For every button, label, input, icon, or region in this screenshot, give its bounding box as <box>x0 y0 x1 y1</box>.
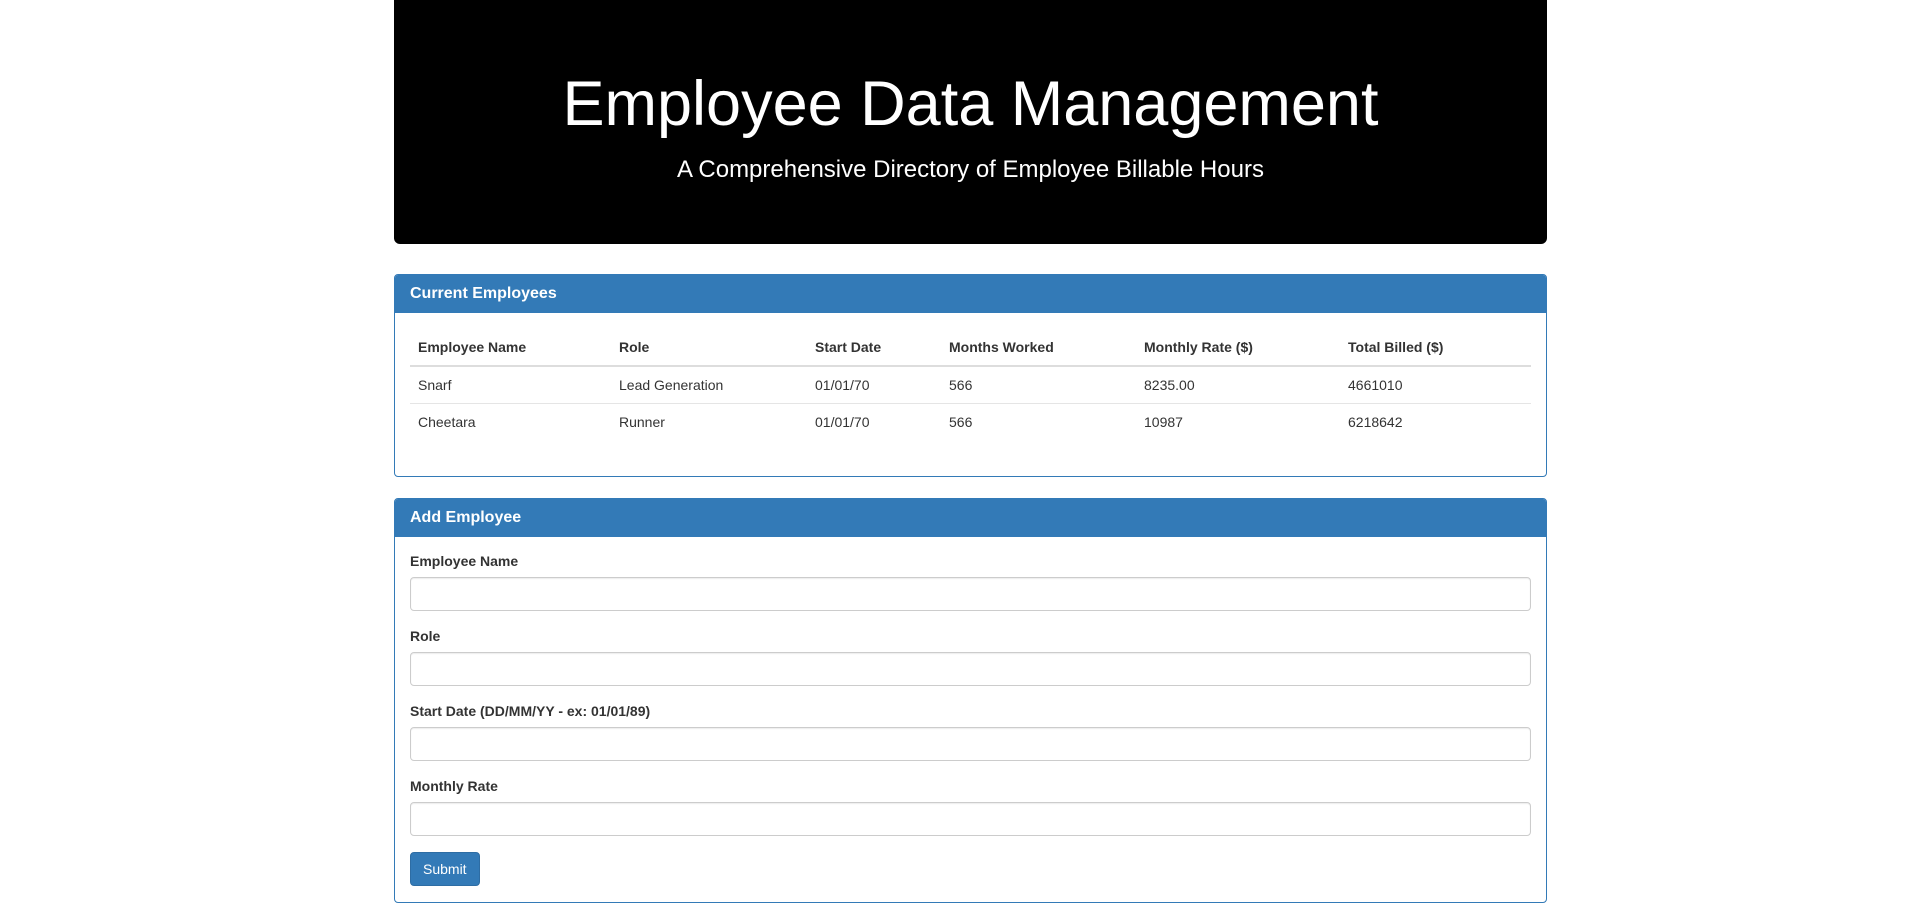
monthly-rate-label: Monthly Rate <box>410 778 498 794</box>
add-employee-panel: Add Employee Employee Name Role Start Da… <box>394 498 1547 903</box>
cell-total-billed: 6218642 <box>1348 414 1403 430</box>
employee-name-label: Employee Name <box>410 553 519 569</box>
role-label: Role <box>410 628 441 644</box>
cell-monthly-rate: 10987 <box>1144 414 1183 430</box>
employee-name-input[interactable] <box>410 577 1531 611</box>
table-row: Snarf Lead Generation 01/01/70 566 8235.… <box>410 366 1531 404</box>
cell-employee-name: Snarf <box>410 366 611 404</box>
cell-months-worked: 566 <box>949 414 973 430</box>
column-header-employee-name: Employee Name <box>410 329 611 367</box>
submit-button[interactable]: Submit <box>410 852 480 886</box>
start-date-input[interactable] <box>410 727 1531 761</box>
cell-role: Lead Generation <box>611 366 807 404</box>
employee-table: Employee Name Role Start Date Months Wor… <box>410 329 1531 440</box>
table-row: Cheetara Runner 01/01/70 566 10987 62186… <box>410 404 1531 441</box>
page-title: Employee Data Management <box>562 69 1379 139</box>
cell-start-date: 01/01/70 <box>807 366 941 404</box>
page-container: Employee Data Management A Comprehensive… <box>394 0 1547 903</box>
column-header-monthly-rate: Monthly Rate ($) <box>1136 329 1340 367</box>
table-header-row: Employee Name Role Start Date Months Wor… <box>410 329 1531 367</box>
cell-months-worked: 566 <box>941 366 1136 404</box>
add-employee-form: Employee Name Role Start Date (DD/MM/YY … <box>395 537 1546 886</box>
start-date-label: Start Date (DD/MM/YY - ex: 01/01/89) <box>410 703 651 719</box>
column-header-months-worked: Months Worked <box>941 329 1136 367</box>
add-employee-heading: Add Employee <box>395 499 1546 537</box>
page-subtitle: A Comprehensive Directory of Employee Bi… <box>677 156 1264 183</box>
form-group-monthly-rate: Monthly Rate <box>410 776 1531 836</box>
cell-total-billed: 4661010 <box>1340 366 1531 404</box>
cell-start-date: 01/01/70 <box>815 414 870 430</box>
monthly-rate-input[interactable] <box>410 802 1531 836</box>
current-employees-panel: Current Employees Employee Name Role Sta… <box>394 274 1547 477</box>
cell-role: Runner <box>619 414 665 430</box>
form-group-start-date: Start Date (DD/MM/YY - ex: 01/01/89) <box>410 701 1531 761</box>
current-employees-heading: Current Employees <box>395 275 1546 313</box>
jumbotron-header: Employee Data Management A Comprehensive… <box>394 0 1547 244</box>
form-group-employee-name: Employee Name <box>410 551 1531 611</box>
role-input[interactable] <box>410 652 1531 686</box>
column-header-total-billed: Total Billed ($) <box>1340 329 1531 367</box>
cell-monthly-rate: 8235.00 <box>1136 366 1340 404</box>
form-group-role: Role <box>410 626 1531 686</box>
column-header-start-date: Start Date <box>807 329 941 367</box>
cell-employee-name: Cheetara <box>418 414 476 430</box>
column-header-role: Role <box>611 329 807 367</box>
